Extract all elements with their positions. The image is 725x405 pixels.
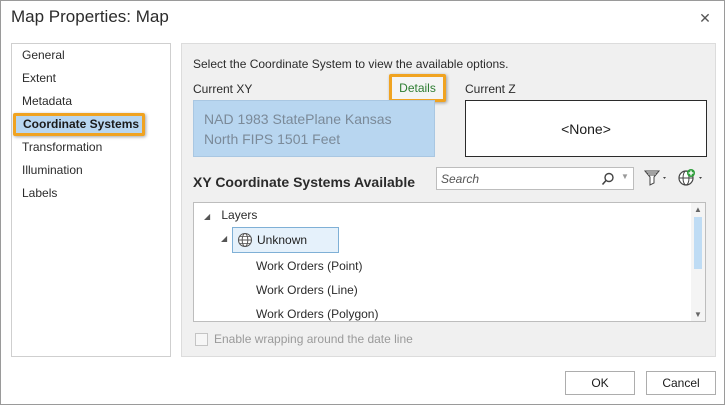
sidebar-item-general[interactable]: General (12, 44, 170, 67)
tree-item-work-orders-point[interactable]: Work Orders (Point) (256, 255, 362, 277)
scroll-thumb[interactable] (694, 217, 702, 269)
search-box: ▼ (436, 167, 634, 190)
filter-button[interactable] (642, 167, 670, 189)
available-systems-title: XY Coordinate Systems Available (193, 174, 416, 190)
wrap-date-line-label: Enable wrapping around the date line (214, 332, 413, 346)
map-properties-dialog: Map Properties: Map ✕ General Extent Met… (0, 0, 725, 405)
tree-scrollbar[interactable]: ▲ ▼ (691, 203, 705, 321)
globe-add-icon (678, 169, 702, 186)
sidebar-nav: General Extent Metadata Coordinate Syste… (11, 43, 171, 357)
wrap-date-line-checkbox[interactable] (195, 332, 208, 346)
sidebar-item-illumination[interactable]: Illumination (12, 159, 170, 182)
search-dropdown-icon[interactable]: ▼ (621, 172, 629, 181)
wrap-date-line-option: Enable wrapping around the date line (195, 332, 413, 346)
details-button[interactable]: Details (389, 74, 446, 102)
sidebar-item-labels[interactable]: Labels (12, 182, 170, 205)
coordinate-systems-tree: ◢ Layers ◢ Unknown Work Orders (Point) W… (193, 202, 706, 322)
tree-node-label: Layers (221, 208, 258, 222)
cancel-button[interactable]: Cancel (646, 371, 716, 395)
close-button[interactable]: ✕ (694, 7, 716, 29)
tree-node-label: Unknown (257, 233, 308, 247)
tree-node-unknown[interactable]: Unknown (232, 227, 339, 253)
current-z-value: <None> (465, 100, 707, 157)
sidebar-item-coordinate-systems[interactable]: Coordinate Systems (13, 113, 145, 136)
scroll-down-icon[interactable]: ▼ (694, 310, 702, 319)
tree-item-work-orders-polygon[interactable]: Work Orders (Polygon) (256, 303, 378, 321)
add-coordinate-system-button[interactable] (676, 167, 706, 189)
expander-icon[interactable]: ◢ (221, 234, 231, 243)
globe-icon (237, 232, 253, 248)
expander-icon[interactable]: ◢ (204, 206, 214, 228)
tree-item-work-orders-line[interactable]: Work Orders (Line) (256, 279, 358, 301)
ok-button[interactable]: OK (565, 371, 635, 395)
search-icon[interactable] (601, 172, 615, 186)
sidebar-item-metadata[interactable]: Metadata (12, 90, 170, 113)
dialog-title: Map Properties: Map (11, 7, 169, 26)
search-input[interactable] (441, 170, 591, 187)
coordinate-systems-panel: Select the Coordinate System to view the… (181, 43, 716, 357)
current-z-label: Current Z (465, 82, 516, 96)
current-xy-value: NAD 1983 StatePlane Kansas North FIPS 15… (193, 100, 435, 157)
sidebar-item-extent[interactable]: Extent (12, 67, 170, 90)
sidebar-item-transformation[interactable]: Transformation (12, 136, 170, 159)
scroll-up-icon[interactable]: ▲ (694, 205, 702, 214)
instruction-text: Select the Coordinate System to view the… (193, 57, 509, 71)
tree-node-layers[interactable]: ◢ Layers (204, 204, 257, 226)
filter-icon (643, 170, 666, 186)
close-icon: ✕ (699, 9, 711, 26)
current-xy-label: Current XY (193, 82, 253, 96)
